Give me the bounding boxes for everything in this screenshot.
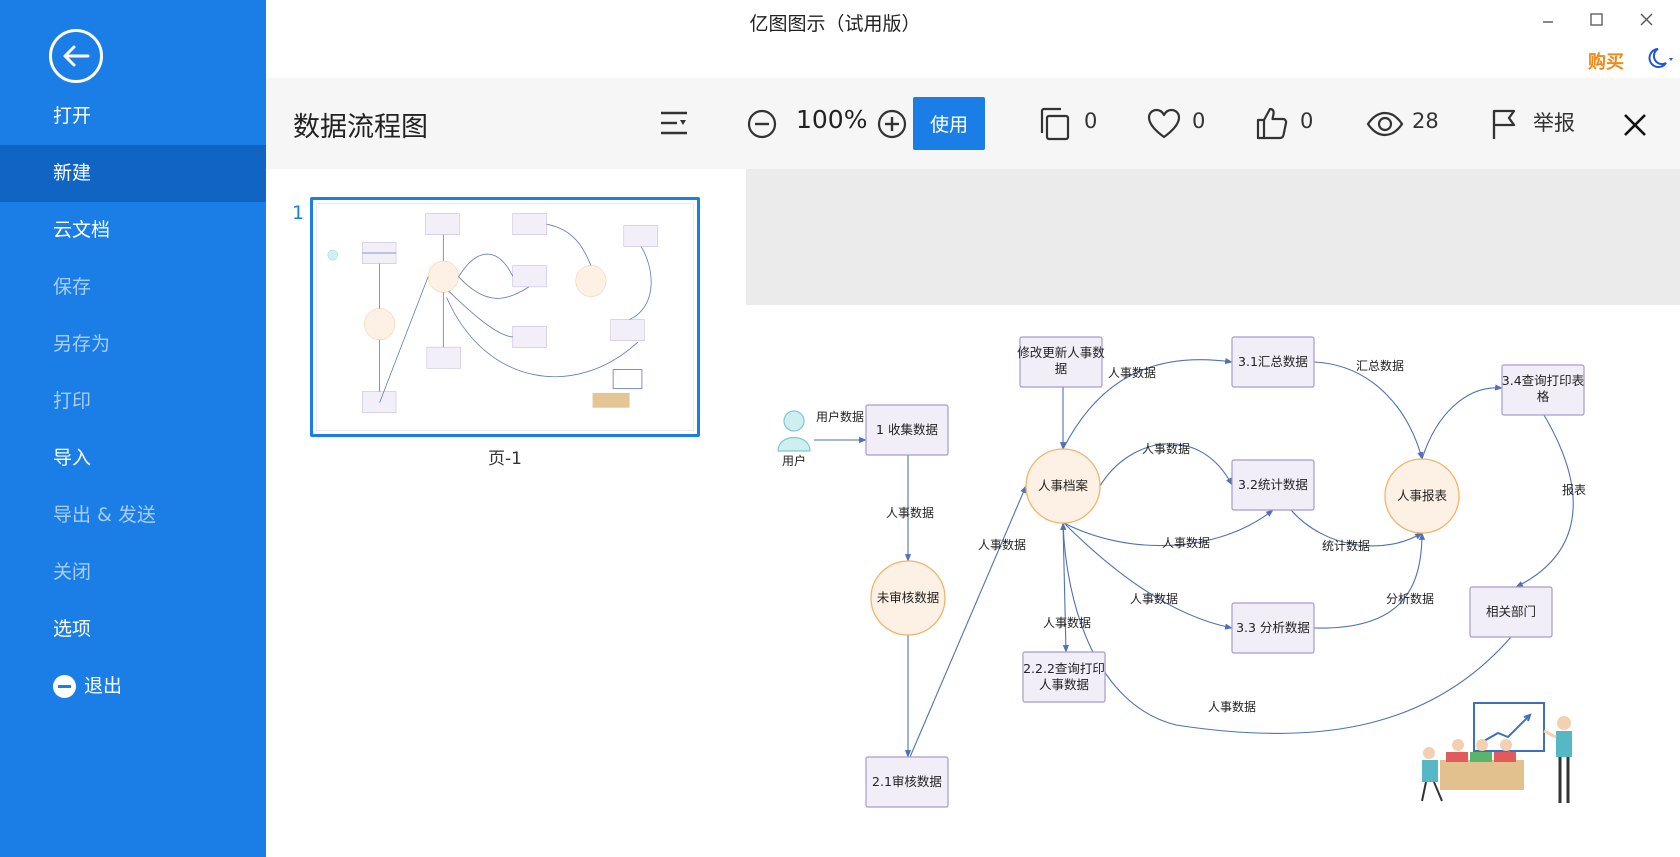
diagram-page[interactable]: 用户数据 人事数据 人事数据 人事数据 人事数据 人事数据 人事数据 人事数据 … — [746, 305, 1680, 857]
edge-label-report: 报表 — [1562, 482, 1586, 497]
outline-menu-icon[interactable] — [659, 110, 689, 136]
zoom-in-icon[interactable] — [877, 109, 907, 139]
exit-icon — [53, 675, 76, 698]
thumbs-up-icon[interactable] — [1256, 106, 1288, 140]
edge-label-hr-data-1: 人事数据 — [886, 505, 934, 520]
back-button[interactable] — [49, 29, 103, 83]
thumbnail-diagram-preview — [316, 203, 694, 431]
menu-item-import[interactable]: 导入 — [0, 430, 266, 487]
edge-label-hr-data-5: 人事数据 — [1162, 535, 1210, 550]
edge-label-hr-data-4: 人事数据 — [1142, 441, 1190, 456]
menu-item-exit[interactable]: 退出 — [0, 658, 266, 715]
node-analysis-data-label: 3.3 分析数据 — [1236, 620, 1310, 635]
buy-link[interactable]: 购买 — [1588, 48, 1624, 74]
edge-label-stat-data: 统计数据 — [1322, 538, 1370, 553]
window-title: 亿图图示（试用版） — [749, 13, 921, 35]
menu-item-exit-label: 退出 — [84, 675, 123, 697]
canvas-area: 用户数据 人事数据 人事数据 人事数据 人事数据 人事数据 人事数据 人事数据 … — [746, 169, 1680, 857]
user-menu[interactable] — [1644, 46, 1676, 74]
node-reviewed-data-label: 2.1审核数据 — [872, 774, 942, 789]
node-hr-archive-label: 人事档案 — [1038, 478, 1089, 493]
page-number: 1 — [292, 202, 305, 224]
zoom-out-icon[interactable] — [747, 109, 777, 139]
page-thumbnail[interactable] — [310, 197, 700, 437]
node-hr-report-label: 人事报表 — [1397, 488, 1448, 503]
node-related-dept-label: 相关部门 — [1486, 604, 1536, 619]
node-modify-hr-data-label-1: 修改更新人事数 — [1017, 345, 1105, 360]
edge-label-summary-data: 汇总数据 — [1356, 358, 1404, 373]
edge-report-print-table — [1421, 384, 1503, 460]
node-print-hr-data-label-1: 2.2.2查询打印 — [1023, 661, 1105, 676]
maximize-icon — [1589, 12, 1603, 26]
copy-icon[interactable] — [1039, 107, 1071, 141]
minimize-button[interactable] — [1528, 6, 1568, 32]
copy-count: 0 — [1084, 109, 1098, 133]
flag-icon[interactable] — [1491, 108, 1519, 140]
edge-summary-report — [1313, 361, 1424, 460]
title-bar: 亿图图示（试用版） 购买 — [266, 0, 1680, 78]
menu-item-close[interactable]: 关闭 — [0, 544, 266, 601]
menu-item-cloud-docs[interactable]: 云文档 — [0, 202, 266, 259]
edge-label-hr-data-3: 人事数据 — [1108, 365, 1156, 380]
node-statistics-data-label: 3.2统计数据 — [1238, 477, 1308, 492]
edge-label-analysis-data: 分析数据 — [1386, 591, 1434, 606]
eye-icon — [1366, 111, 1404, 137]
node-modify-hr-data-label-2: 据 — [1055, 361, 1068, 376]
use-template-button[interactable]: 使用 — [913, 97, 985, 150]
like-count: 0 — [1300, 109, 1314, 133]
sidebar-menu: 打开 新建 云文档 保存 另存为 打印 导入 导出 & 发送 关闭 选项 退出 — [0, 88, 266, 715]
presentation-illustration — [1421, 702, 1572, 803]
view-count: 28 — [1412, 109, 1439, 133]
maximize-button[interactable] — [1576, 6, 1616, 32]
edge-label-hr-data-6: 人事数据 — [1130, 591, 1178, 606]
document-title: 数据流程图 — [293, 112, 428, 143]
menu-item-new[interactable]: 新建 — [0, 145, 266, 202]
node-collect-data-label: 1 收集数据 — [876, 422, 938, 437]
node-print-table-label-1: 3.4查询打印表 — [1502, 373, 1585, 388]
edge-label-hr-data-2: 人事数据 — [978, 537, 1026, 552]
favorite-count: 0 — [1192, 109, 1206, 133]
page-label: 页-1 — [488, 449, 522, 469]
moon-avatar-icon — [1648, 48, 1673, 68]
node-unreviewed-data-label: 未审核数据 — [877, 590, 940, 605]
heart-icon[interactable] — [1147, 108, 1181, 140]
edge-label-hr-data-7: 人事数据 — [1043, 615, 1091, 630]
edge-print-table-dept — [1515, 414, 1574, 588]
edge-label-hr-data-8: 人事数据 — [1208, 699, 1256, 714]
menu-item-save[interactable]: 保存 — [0, 259, 266, 316]
data-flow-diagram: 用户数据 人事数据 人事数据 人事数据 人事数据 人事数据 人事数据 人事数据 … — [777, 336, 1586, 808]
close-panel-icon[interactable] — [1623, 113, 1647, 137]
close-icon — [1640, 13, 1652, 25]
close-window-button[interactable] — [1626, 6, 1666, 32]
menu-item-save-as[interactable]: 另存为 — [0, 316, 266, 373]
pages-panel: 1 页-1 — [266, 169, 746, 857]
menu-item-options[interactable]: 选项 — [0, 601, 266, 658]
menu-item-export-send[interactable]: 导出 & 发送 — [0, 487, 266, 544]
sidebar: 打开 新建 云文档 保存 另存为 打印 导入 导出 & 发送 关闭 选项 退出 — [0, 0, 266, 857]
user-actor-label: 用户 — [782, 453, 806, 468]
report-button[interactable]: 举报 — [1533, 107, 1575, 137]
arrow-left-icon — [63, 45, 90, 67]
node-print-table-label-2: 格 — [1537, 389, 1550, 404]
zoom-level: 100% — [796, 105, 868, 134]
menu-item-print[interactable]: 打印 — [0, 373, 266, 430]
toolbar: 数据流程图 100% 使用 0 0 0 28 举报 — [266, 78, 1680, 169]
node-summary-data-label: 3.1汇总数据 — [1238, 354, 1308, 369]
user-actor-icon — [777, 410, 811, 452]
minimize-icon — [1543, 21, 1553, 23]
edge-label-user-data: 用户数据 — [816, 409, 864, 424]
node-print-hr-data-label-2: 人事数据 — [1039, 677, 1089, 692]
menu-item-open[interactable]: 打开 — [0, 88, 266, 145]
